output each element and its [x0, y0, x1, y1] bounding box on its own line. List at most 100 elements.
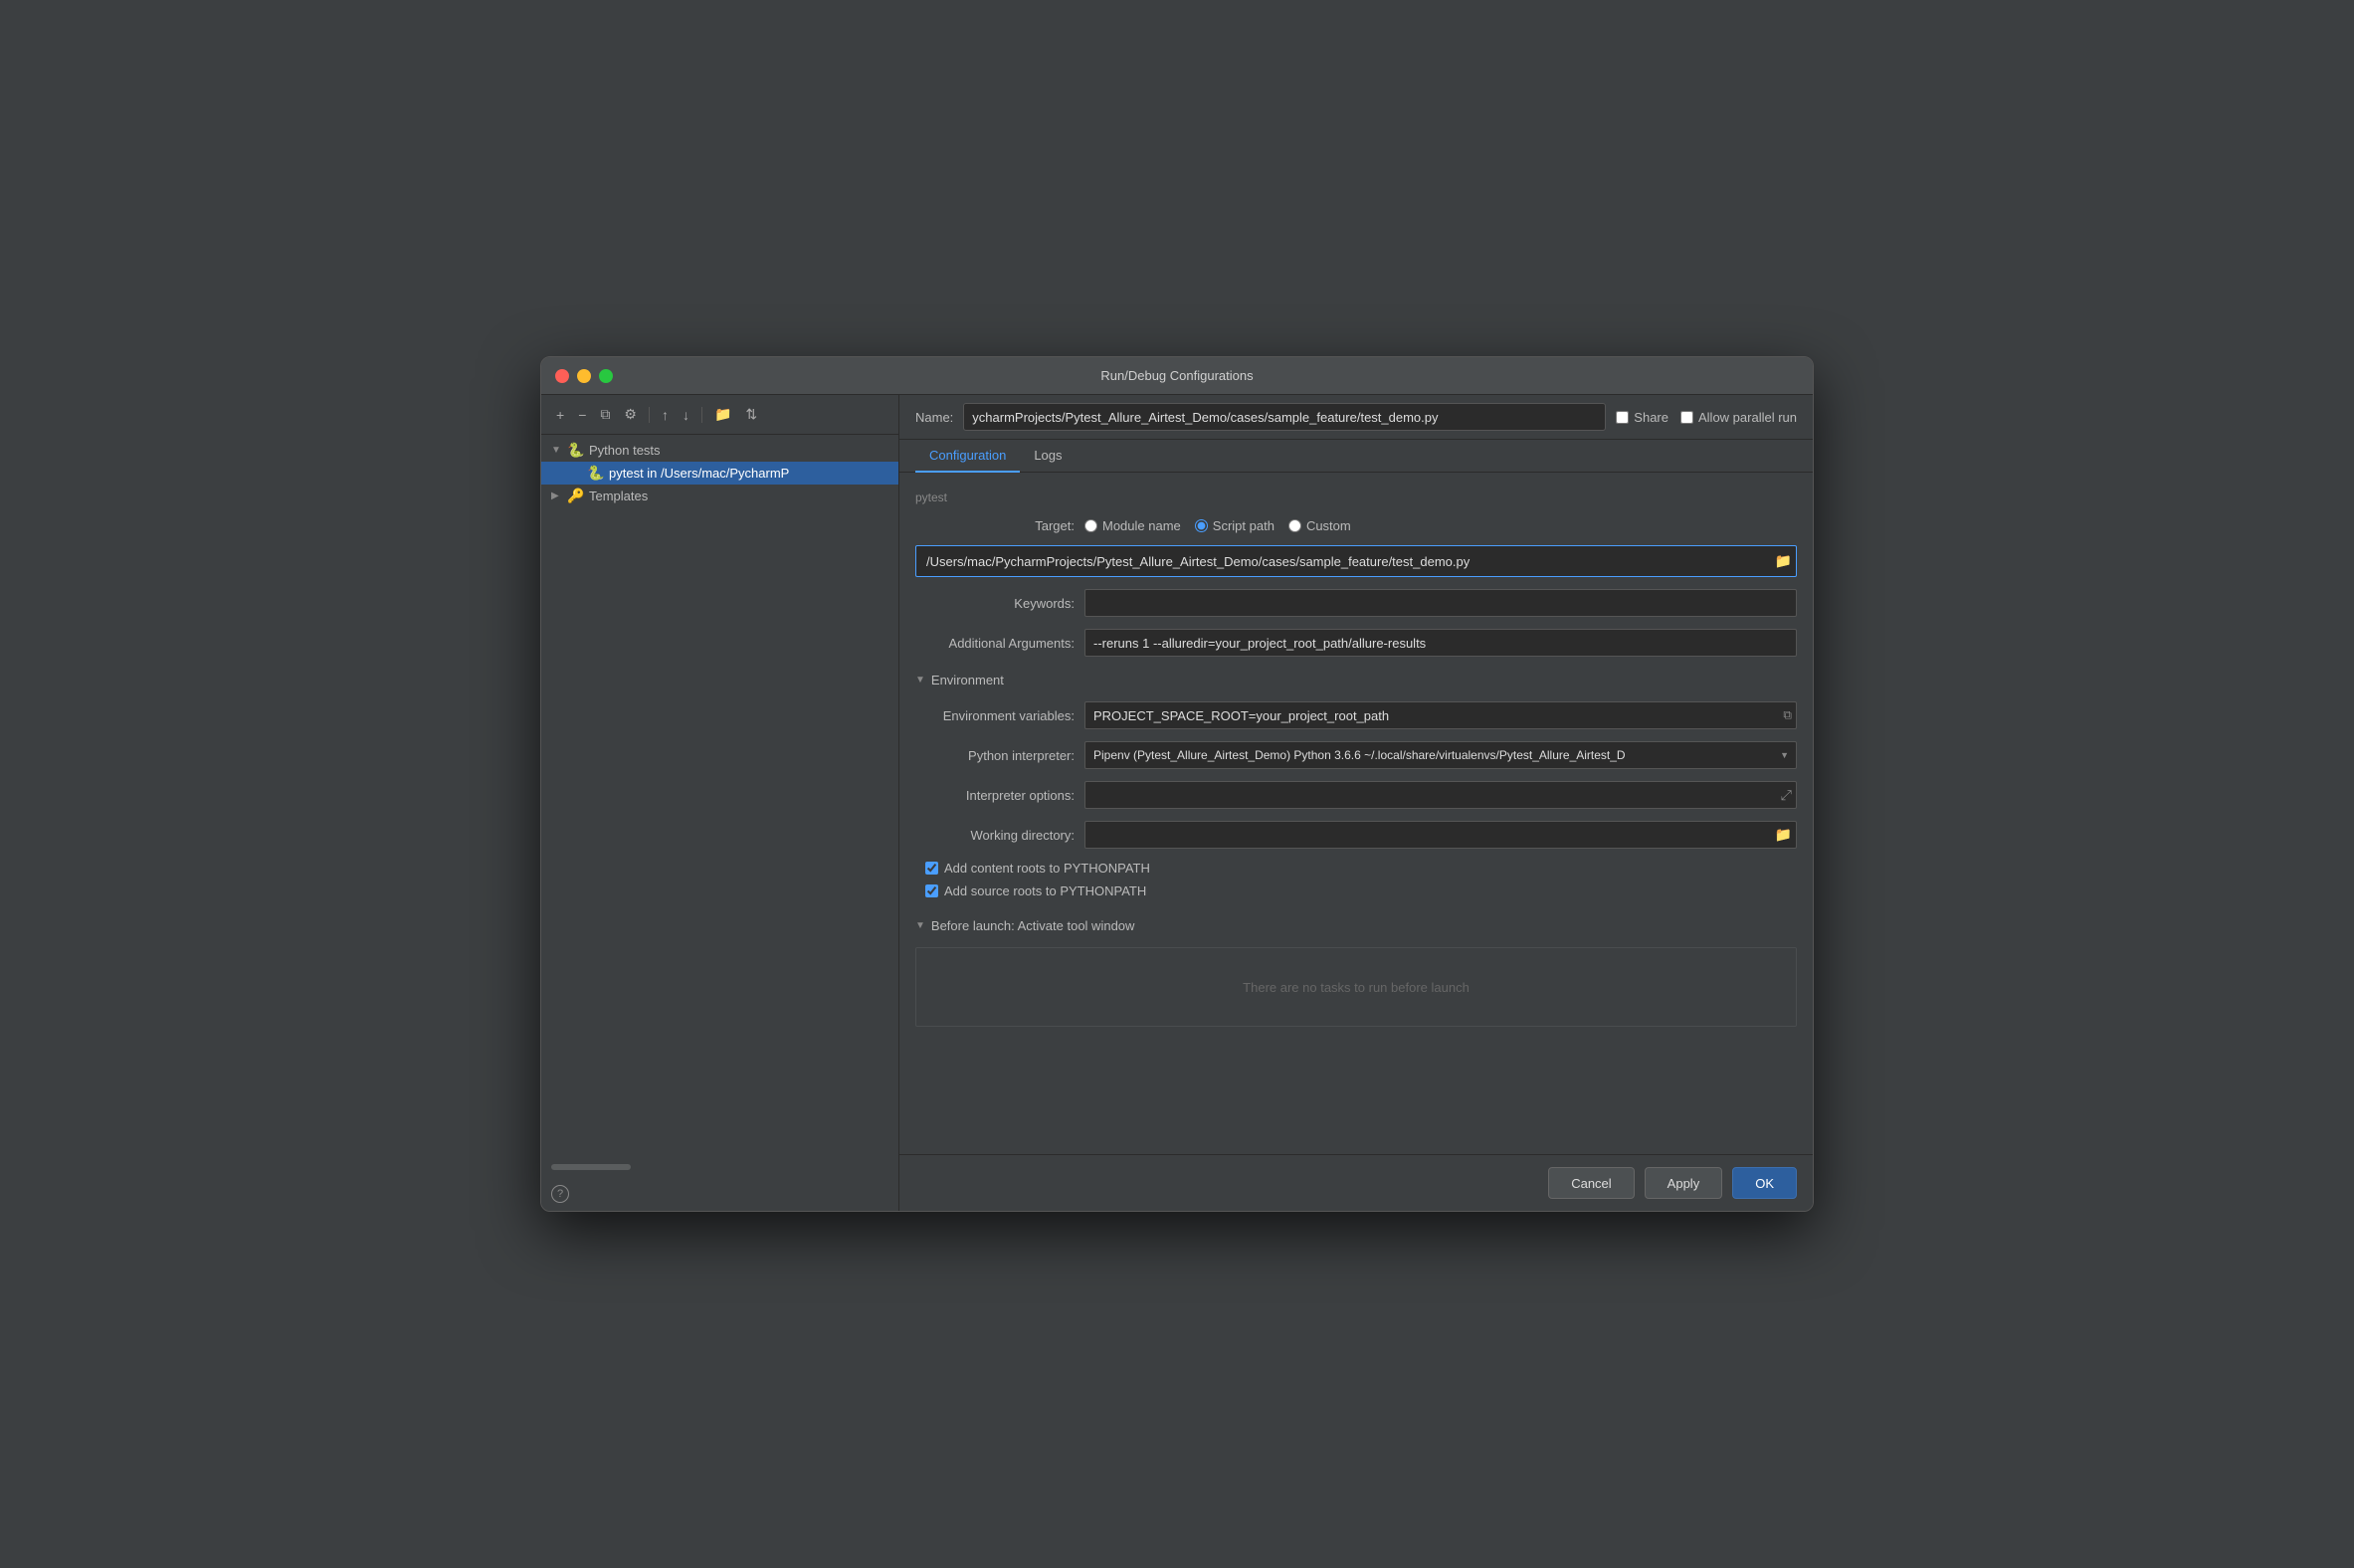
- ok-button[interactable]: OK: [1732, 1167, 1797, 1199]
- before-launch-arrow-icon: ▼: [915, 920, 925, 931]
- main-content: Name: Share Allow parallel run Configura…: [899, 395, 1813, 1211]
- parallel-label: Allow parallel run: [1698, 410, 1797, 425]
- templates-label: Templates: [589, 489, 888, 503]
- apply-button[interactable]: Apply: [1645, 1167, 1723, 1199]
- window-title: Run/Debug Configurations: [1100, 368, 1253, 383]
- working-dir-input[interactable]: [1084, 821, 1797, 849]
- copy-config-button[interactable]: ⧉: [595, 403, 615, 426]
- additional-args-input[interactable]: [1084, 629, 1797, 657]
- add-content-roots-item[interactable]: Add content roots to PYTHONPATH: [925, 861, 1797, 876]
- script-path-label: Script path: [1213, 518, 1275, 533]
- python-tests-label: Python tests: [589, 443, 888, 458]
- parallel-checkbox-label[interactable]: Allow parallel run: [1680, 410, 1797, 425]
- before-launch-section: ▼ Before launch: Activate tool window Th…: [915, 914, 1797, 1027]
- tree-templates[interactable]: ▶ 🔑 Templates: [541, 485, 898, 507]
- custom-radio[interactable]: [1288, 519, 1301, 532]
- tab-logs[interactable]: Logs: [1020, 440, 1076, 473]
- name-label: Name:: [915, 410, 953, 425]
- checkboxes-section: Add content roots to PYTHONPATH Add sour…: [925, 861, 1797, 898]
- sidebar-bottom: ?: [541, 1177, 898, 1211]
- path-input-wrapper: 📁: [915, 545, 1797, 577]
- target-options: Module name Script path Custom: [1084, 518, 1351, 533]
- run-debug-configurations-window: Run/Debug Configurations + − ⧉ ⚙ ↑ ↓ 📁 ⇅…: [540, 356, 1814, 1212]
- no-tasks-message: There are no tasks to run before launch: [915, 947, 1797, 1027]
- env-vars-label: Environment variables:: [915, 708, 1075, 723]
- toolbar-separator-2: [701, 407, 702, 423]
- tab-configuration[interactable]: Configuration: [915, 440, 1020, 473]
- folder-button[interactable]: 📁: [709, 403, 736, 426]
- interpreter-options-input[interactable]: [1084, 781, 1797, 809]
- additional-args-row: Additional Arguments:: [915, 629, 1797, 657]
- module-name-option[interactable]: Module name: [1084, 518, 1181, 533]
- working-dir-label: Working directory:: [915, 828, 1075, 843]
- environment-label: Environment: [931, 673, 1004, 687]
- keywords-input[interactable]: [1084, 589, 1797, 617]
- before-launch-label: Before launch: Activate tool window: [931, 918, 1135, 933]
- custom-option[interactable]: Custom: [1288, 518, 1351, 533]
- bottom-bar: Cancel Apply OK: [899, 1154, 1813, 1211]
- script-path-radio[interactable]: [1195, 519, 1208, 532]
- tree-pytest-item[interactable]: 🐍 pytest in /Users/mac/PycharmP: [541, 462, 898, 485]
- settings-config-button[interactable]: ⚙: [619, 403, 642, 426]
- script-path-option[interactable]: Script path: [1195, 518, 1275, 533]
- tabs: Configuration Logs: [899, 440, 1813, 473]
- keywords-label: Keywords:: [915, 596, 1075, 611]
- module-name-radio[interactable]: [1084, 519, 1097, 532]
- sidebar-tree: ▼ 🐍 Python tests 🐍 pytest in /Users/mac/…: [541, 435, 898, 1157]
- name-input[interactable]: [963, 403, 1606, 431]
- maximize-button[interactable]: [599, 369, 613, 383]
- share-checkbox[interactable]: [1616, 411, 1629, 424]
- section-label: pytest: [915, 490, 1797, 504]
- env-vars-input[interactable]: [1084, 701, 1797, 729]
- tree-python-tests[interactable]: ▼ 🐍 Python tests: [541, 439, 898, 462]
- env-vars-browse-button[interactable]: ⧉: [1783, 708, 1792, 723]
- minimize-button[interactable]: [577, 369, 591, 383]
- target-label: Target:: [915, 518, 1075, 533]
- path-browse-button[interactable]: 📁: [1775, 553, 1792, 570]
- add-source-roots-item[interactable]: Add source roots to PYTHONPATH: [925, 883, 1797, 898]
- interpreter-row: Python interpreter: Pipenv (Pytest_Allur…: [915, 741, 1797, 769]
- script-path-row: 📁: [915, 545, 1797, 577]
- python-tests-icon: 🐍: [567, 442, 585, 459]
- module-name-label: Module name: [1102, 518, 1181, 533]
- working-dir-row: Working directory: 📁: [915, 821, 1797, 849]
- interpreter-options-expand-button[interactable]: ⤢: [1781, 787, 1792, 804]
- interpreter-options-row: Interpreter options: ⤢: [915, 781, 1797, 809]
- share-checkbox-label[interactable]: Share: [1616, 410, 1668, 425]
- top-bar: Name: Share Allow parallel run: [899, 395, 1813, 440]
- close-button[interactable]: [555, 369, 569, 383]
- remove-config-button[interactable]: −: [573, 404, 591, 426]
- sidebar: + − ⧉ ⚙ ↑ ↓ 📁 ⇅ ▼ 🐍 Python tests: [541, 395, 899, 1211]
- working-dir-browse-button[interactable]: 📁: [1775, 827, 1792, 844]
- add-config-button[interactable]: +: [551, 404, 569, 426]
- keywords-row: Keywords:: [915, 589, 1797, 617]
- environment-section: ▼ Environment Environment variables: ⧉ P…: [915, 669, 1797, 849]
- cancel-button[interactable]: Cancel: [1548, 1167, 1634, 1199]
- move-up-button[interactable]: ↑: [657, 404, 674, 426]
- target-row: Target: Module name Script path Custo: [915, 518, 1797, 533]
- env-arrow-icon: ▼: [915, 675, 925, 686]
- env-vars-row: Environment variables: ⧉: [915, 701, 1797, 729]
- add-source-roots-checkbox[interactable]: [925, 884, 938, 897]
- no-tasks-label: There are no tasks to run before launch: [1243, 980, 1470, 995]
- add-content-roots-checkbox[interactable]: [925, 862, 938, 875]
- additional-args-label: Additional Arguments:: [915, 636, 1075, 651]
- add-content-roots-label: Add content roots to PYTHONPATH: [944, 861, 1150, 876]
- interpreter-options-label: Interpreter options:: [915, 788, 1075, 803]
- tree-arrow-templates: ▶: [551, 490, 563, 501]
- interpreter-wrapper: Pipenv (Pytest_Allure_Airtest_Demo) Pyth…: [1084, 741, 1797, 769]
- interpreter-select[interactable]: Pipenv (Pytest_Allure_Airtest_Demo) Pyth…: [1084, 741, 1797, 769]
- move-down-button[interactable]: ↓: [678, 404, 694, 426]
- tree-arrow-python-tests: ▼: [551, 445, 563, 456]
- config-panel: pytest Target: Module name Script path: [899, 473, 1813, 1154]
- add-source-roots-label: Add source roots to PYTHONPATH: [944, 883, 1146, 898]
- parallel-checkbox[interactable]: [1680, 411, 1693, 424]
- toolbar-separator-1: [649, 407, 650, 423]
- before-launch-header[interactable]: ▼ Before launch: Activate tool window: [915, 914, 1797, 937]
- script-path-input[interactable]: [915, 545, 1797, 577]
- sidebar-scrollbar[interactable]: [551, 1164, 631, 1170]
- environment-header[interactable]: ▼ Environment: [915, 669, 1797, 691]
- help-button[interactable]: ?: [551, 1185, 569, 1203]
- sort-button[interactable]: ⇅: [740, 403, 762, 426]
- share-label: Share: [1634, 410, 1668, 425]
